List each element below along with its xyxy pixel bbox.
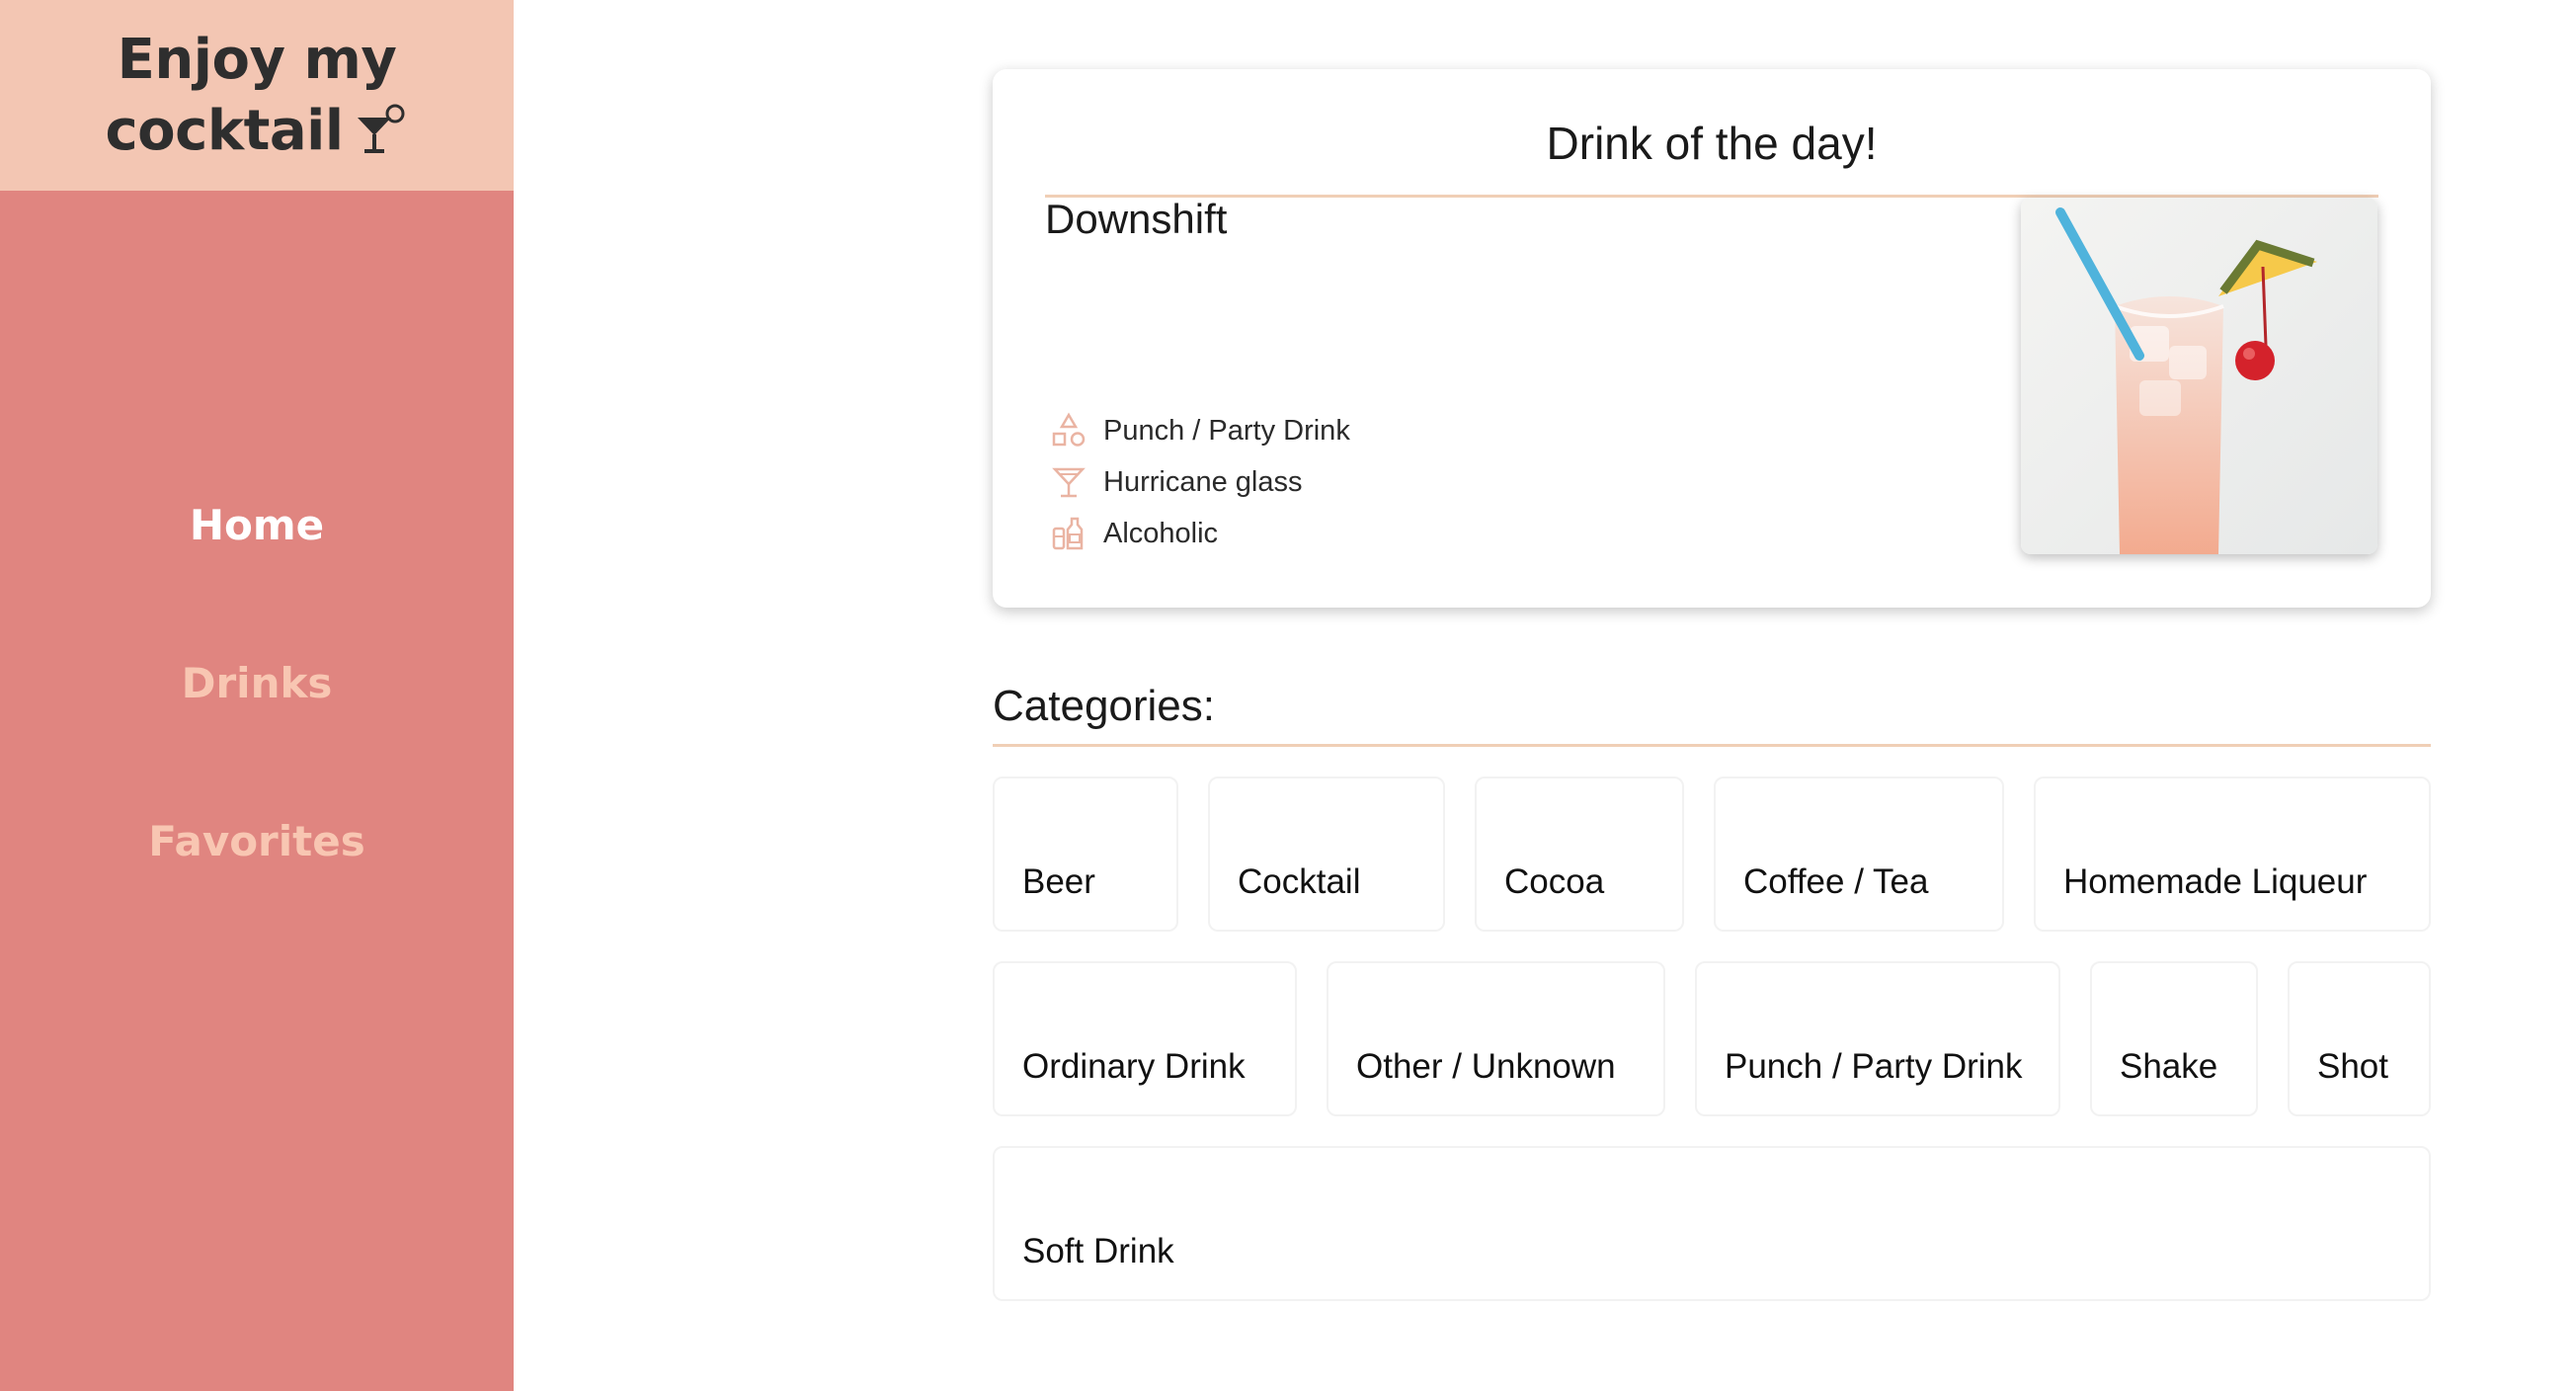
drink-category: Punch / Party Drink bbox=[1103, 414, 1350, 447]
drink-category-row: Punch / Party Drink bbox=[1050, 405, 1350, 456]
bottles-icon bbox=[1052, 517, 1084, 550]
drink-meta: Punch / Party Drink Hurricane glass Alco… bbox=[1050, 405, 1350, 559]
card-title: Drink of the day! bbox=[1045, 99, 2378, 198]
drink-photo[interactable] bbox=[2021, 198, 2377, 554]
category-beer[interactable]: Beer bbox=[993, 777, 1178, 932]
sidebar: Enjoy my cocktail Home Drinks Favorites bbox=[0, 0, 514, 1391]
glass-icon bbox=[1052, 467, 1086, 498]
nav-item-drinks[interactable]: Drinks bbox=[0, 642, 514, 800]
drink-alcoholic: Alcoholic bbox=[1103, 517, 1219, 549]
drink-of-the-day-card[interactable]: Drink of the day! Downshift Punch / Part… bbox=[993, 69, 2431, 608]
brand-title-line1: Enjoy my bbox=[117, 27, 397, 92]
category-shake[interactable]: Shake bbox=[2090, 961, 2258, 1116]
category-other-unknown[interactable]: Other / Unknown bbox=[1327, 961, 1665, 1116]
cocktail-glass-icon bbox=[357, 104, 405, 153]
nav-item-home[interactable]: Home bbox=[0, 484, 514, 642]
nav-item-favorites[interactable]: Favorites bbox=[0, 800, 514, 958]
category-row-1: Beer Cocktail Cocoa Coffee / Tea Homemad… bbox=[993, 777, 2431, 932]
brand-logo[interactable]: Enjoy my cocktail bbox=[0, 0, 514, 191]
drink-alcoholic-row: Alcoholic bbox=[1050, 508, 1350, 559]
main-nav: Home Drinks Favorites bbox=[0, 484, 514, 958]
brand-title-line2: cocktail bbox=[105, 96, 408, 167]
category-row-3: Soft Drink bbox=[993, 1146, 2431, 1301]
category-homemade-liqueur[interactable]: Homemade Liqueur bbox=[2034, 777, 2431, 932]
drink-name: Downshift bbox=[1045, 196, 1228, 242]
categories-heading: Categories: bbox=[993, 672, 2431, 747]
shapes-icon bbox=[1052, 412, 1086, 447]
category-coffee-tea[interactable]: Coffee / Tea bbox=[1714, 777, 2004, 932]
category-cocktail[interactable]: Cocktail bbox=[1208, 777, 1445, 932]
category-shot[interactable]: Shot bbox=[2288, 961, 2431, 1116]
brand-title-text: cocktail bbox=[105, 98, 344, 163]
drink-glass: Hurricane glass bbox=[1103, 465, 1303, 498]
category-row-2: Ordinary Drink Other / Unknown Punch / P… bbox=[993, 961, 2431, 1116]
category-cocoa[interactable]: Cocoa bbox=[1475, 777, 1684, 932]
category-punch-party-drink[interactable]: Punch / Party Drink bbox=[1695, 961, 2060, 1116]
category-soft-drink[interactable]: Soft Drink bbox=[993, 1146, 2431, 1301]
category-ordinary-drink[interactable]: Ordinary Drink bbox=[993, 961, 1297, 1116]
drink-glass-row: Hurricane glass bbox=[1050, 456, 1350, 508]
